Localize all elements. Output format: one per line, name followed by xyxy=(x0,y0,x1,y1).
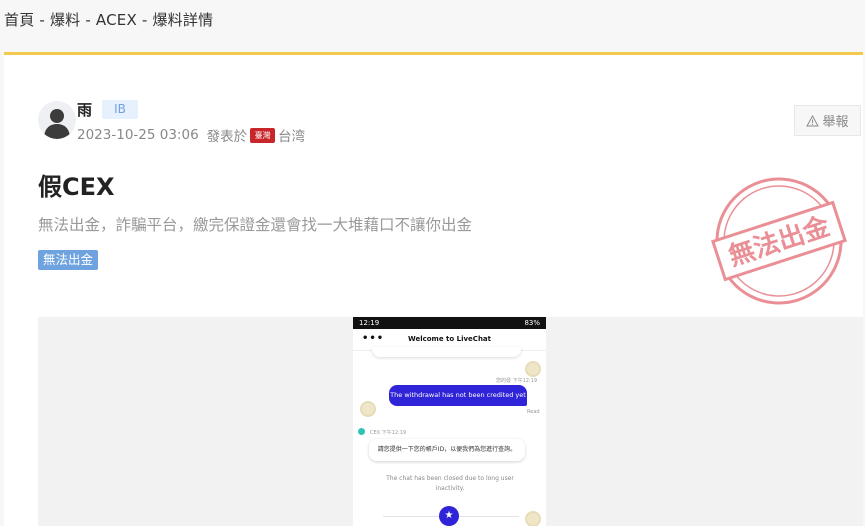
post-title: 假CEX xyxy=(38,173,115,201)
chat-screenshot[interactable]: 12:19 83% ••• Welcome to LiveChat 您的發 下午… xyxy=(353,317,546,526)
agent-avatar-icon xyxy=(525,361,541,377)
stamp-seal-icon: 無法出金 xyxy=(711,177,847,305)
post-card: 雨 IB 2023-10-25 03:06 發表於 臺灣 台湾 舉報 假CEX … xyxy=(4,55,863,526)
status-battery: 83% xyxy=(524,319,540,327)
category-tag[interactable]: 無法出金 xyxy=(38,250,99,270)
post-meta: 2023-10-25 03:06 發表於 臺灣 台湾 xyxy=(77,125,305,145)
agent-name: CEX 下午12:19 xyxy=(370,430,407,436)
user-timestamp: 您的發 下午12:19 xyxy=(496,378,537,384)
evidence-image-area: 12:19 83% ••• Welcome to LiveChat 您的發 下午… xyxy=(38,317,863,526)
system-message: The chat has been closed due to long use… xyxy=(386,475,514,492)
posted-from-label: 發表於 xyxy=(206,129,248,145)
report-button[interactable]: 舉報 xyxy=(794,105,861,136)
post-date: 2023-10-25 03:06 xyxy=(77,127,199,143)
taiwan-flag-icon: 臺灣 xyxy=(250,127,276,143)
breadcrumb[interactable]: 首頁 - 爆料 - ACEX - 爆料詳情 xyxy=(4,9,213,30)
user-message-bubble: The withdrawal has not been credited yet xyxy=(389,385,527,406)
agent-avatar-icon xyxy=(525,511,541,526)
ib-badge: IB xyxy=(102,100,138,119)
post-summary: 無法出金，詐騙平台，繳完保證金還會找一大堆藉口不讓你出金 xyxy=(38,216,473,234)
author-name[interactable]: 雨 xyxy=(77,99,92,120)
avatar[interactable] xyxy=(38,101,76,139)
phone-status-bar: 12:19 83% xyxy=(353,317,546,329)
read-receipt: Read xyxy=(527,409,540,415)
agent-message-bubble: 請您提供一下您的帳戶ID，以便我們為您進行查詢。 xyxy=(369,439,525,461)
status-time: 12:19 xyxy=(359,319,380,327)
report-label: 舉報 xyxy=(822,115,849,130)
previous-message-bubble xyxy=(372,347,521,357)
user-silhouette-icon xyxy=(44,109,70,139)
agent-avatar-icon xyxy=(360,401,376,417)
star-icon[interactable]: ★ xyxy=(439,506,459,526)
cex-logo-icon xyxy=(358,428,365,435)
post-region: 台湾 xyxy=(278,129,306,145)
warning-icon xyxy=(806,114,820,126)
chat-title: Welcome to LiveChat xyxy=(407,335,491,343)
